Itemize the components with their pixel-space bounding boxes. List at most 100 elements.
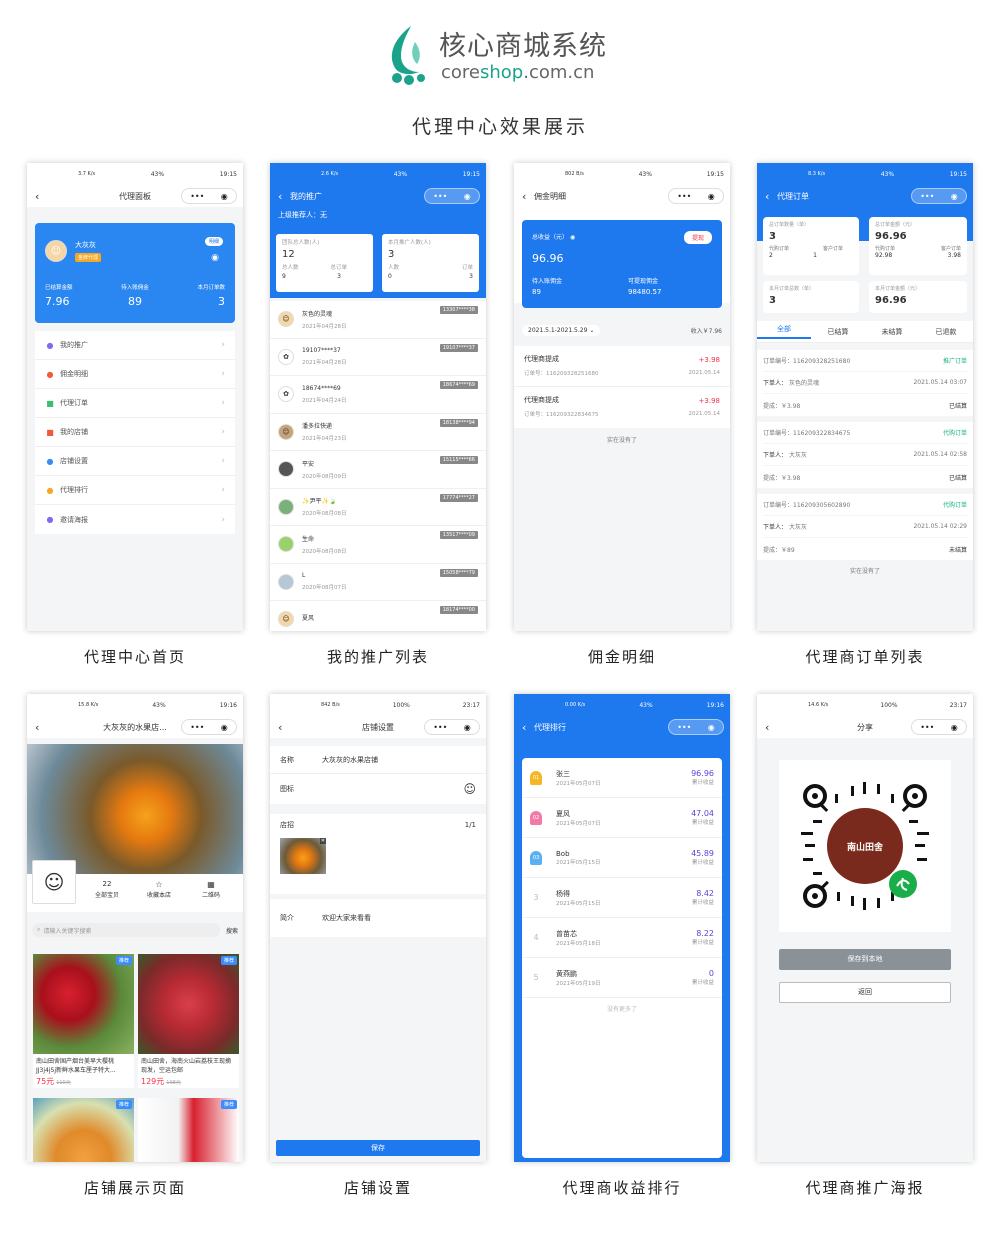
- more-icon[interactable]: •••: [190, 723, 204, 732]
- close-circle-icon[interactable]: ◉: [951, 192, 958, 201]
- capsule-menu[interactable]: ••• ◉: [181, 719, 237, 735]
- back-icon[interactable]: ‹: [35, 721, 49, 734]
- total-value: 96.96: [532, 252, 564, 265]
- list-item[interactable]: 03 Bob 2021年05月15日 45.89 累计收益: [522, 838, 722, 878]
- save-to-local-button[interactable]: 保存到本地: [779, 949, 951, 970]
- capsule-menu[interactable]: ••• ◉: [911, 719, 967, 735]
- detail-tag[interactable]: 明细: [204, 237, 223, 246]
- back-icon[interactable]: ‹: [35, 190, 49, 203]
- list-item[interactable]: 代理商提成 订单号：116209322834675 +3.98 2021.05.…: [514, 387, 730, 428]
- list-item[interactable]: ☺ 夏风 18174****00: [270, 601, 486, 631]
- list-item[interactable]: 02 夏风 2021年05月07日 47.04 累计收益: [522, 798, 722, 838]
- nav-bar: ‹ 佣金明细 ••• ◉: [514, 185, 730, 207]
- withdraw-button[interactable]: 提现: [683, 231, 712, 244]
- list-item[interactable]: 01 张三 2021年05月07日 96.96 累计收益: [522, 758, 722, 798]
- list-item[interactable]: ✿ 19107****37 2021年04月28日 19107****37: [270, 338, 486, 376]
- back-icon[interactable]: ‹: [765, 721, 779, 734]
- more-icon[interactable]: •••: [677, 723, 691, 732]
- more-icon[interactable]: •••: [920, 723, 934, 732]
- list-item[interactable]: 订单编号：116209322834675 代购订单 下单人： 大灰灰 2021.05…: [757, 422, 973, 488]
- favorite-shop[interactable]: ☆ 收藏本店: [139, 880, 179, 899]
- list-item[interactable]: 5 黄燕鹏 2021年05月19日 0 累计收益: [522, 958, 722, 998]
- eye-icon[interactable]: ◉: [570, 234, 575, 241]
- close-circle-icon[interactable]: ◉: [221, 723, 228, 732]
- menu-item-shop-settings[interactable]: ● 店铺设置 ›: [35, 447, 235, 476]
- recommend-badge: 推荐: [115, 956, 132, 965]
- list-item[interactable]: 4 曾苗芯 2021年05月18日 8.22 累计收益: [522, 918, 722, 958]
- shop-icon: ■: [46, 427, 54, 437]
- list-item[interactable]: 订单编号：116209305602890 代购订单 下单人： 大灰灰 2021.05…: [757, 494, 973, 560]
- status-bar: 0.00 K/s 43% 19:16: [565, 701, 724, 709]
- screen-share-poster: 14.6 K/s 100% 23:17 ‹ 分享 ••• ◉ 南山田舍 保存到本…: [757, 694, 973, 1162]
- goods-count[interactable]: 22 全部宝贝: [87, 880, 127, 899]
- qr-code-link[interactable]: ▦ 二维码: [191, 880, 231, 899]
- more-icon[interactable]: •••: [433, 192, 447, 201]
- product-card[interactable]: 推荐 南山田舍国产烟台美早大樱桃JJ3j4j5j新鲜水果车厘子特大... 75元…: [33, 954, 134, 1088]
- search-input[interactable]: ⌕ 请输入关键字搜索: [32, 923, 220, 937]
- back-icon[interactable]: ‹: [278, 721, 292, 734]
- capsule-menu[interactable]: ••• ◉: [911, 188, 967, 204]
- avatar: ☺: [278, 311, 294, 328]
- return-button[interactable]: 返回: [779, 982, 951, 1003]
- menu-item-shop[interactable]: ■ 我的店铺 ›: [35, 418, 235, 447]
- more-icon[interactable]: •••: [920, 192, 934, 201]
- search-button[interactable]: 搜索: [226, 926, 238, 935]
- shop-name-field[interactable]: 名称 大灰灰的水果店铺: [270, 746, 486, 774]
- close-circle-icon[interactable]: ◉: [708, 192, 715, 201]
- capsule-menu[interactable]: ••• ◉: [668, 188, 724, 204]
- list-item[interactable]: L 2020年08月07日 15058****79: [270, 563, 486, 601]
- tab-all[interactable]: 全部: [757, 324, 811, 339]
- list-item[interactable]: 3 杨得 2021年05月15日 8.42 累计收益: [522, 878, 722, 918]
- intro-section[interactable]: 简介 欢迎大家来看看: [270, 899, 486, 937]
- list-item[interactable]: ✨尹平✨🍃 2020年08月08日 17774****27: [270, 488, 486, 526]
- tab-refunded[interactable]: 已退款: [919, 327, 973, 337]
- tab-settled[interactable]: 已结算: [811, 327, 865, 337]
- date-range-picker[interactable]: 2021.5.1-2021.5.29 ⌄: [522, 324, 601, 336]
- menu-list: ● 我的推广 › ● 佣金明细 › ■ 代理订单 › ■ 我的店铺 › ● 店铺设置 › ● 代理排行…: [35, 331, 235, 534]
- shop-icon-field[interactable]: 图标 ☺: [270, 774, 486, 804]
- menu-item-promotion[interactable]: ● 我的推广 ›: [35, 331, 235, 360]
- list-item[interactable]: ✿ 18674****69 2021年04月24日 18674****69: [270, 376, 486, 414]
- chevron-right-icon: ›: [221, 427, 225, 437]
- capsule-menu[interactable]: ••• ◉: [424, 188, 480, 204]
- banner-thumbnail[interactable]: ✕: [280, 838, 326, 874]
- menu-item-ranking[interactable]: ● 代理排行 ›: [35, 476, 235, 505]
- list-item[interactable]: 代理商提成 订单号：116209328251680 +3.98 2021.05.…: [514, 346, 730, 387]
- back-icon[interactable]: ‹: [522, 190, 536, 203]
- delete-icon[interactable]: ✕: [319, 838, 326, 844]
- close-circle-icon[interactable]: ◉: [708, 723, 715, 732]
- menu-item-poster[interactable]: ● 邀请海报 ›: [35, 505, 235, 534]
- close-circle-icon[interactable]: ◉: [464, 192, 471, 201]
- list-item[interactable]: ☺ 灰色的灵魂 2021年04月28日 13307****38: [270, 301, 486, 339]
- tab-unsettled[interactable]: 未结算: [865, 327, 919, 337]
- more-icon[interactable]: •••: [677, 192, 691, 201]
- product-card[interactable]: 推荐 南山田舍，海南火山岩荔枝王现摘现发，空运包邮 129元 198元: [138, 954, 239, 1088]
- filter-row: 2021.5.1-2021.5.29 ⌄ 收入￥7.96: [522, 320, 722, 340]
- settings-icon: ●: [46, 456, 54, 466]
- brand-logo-text: 南山田舍: [846, 843, 883, 853]
- capsule-menu[interactable]: ••• ◉: [668, 719, 724, 735]
- menu-item-orders[interactable]: ■ 代理订单 ›: [35, 389, 235, 418]
- list-item[interactable]: 平安 2020年08月09日 15115****66: [270, 451, 486, 489]
- capsule-menu[interactable]: ••• ◉: [181, 188, 237, 204]
- close-circle-icon[interactable]: ◉: [464, 723, 471, 732]
- back-icon[interactable]: ‹: [278, 190, 292, 203]
- menu-item-commission[interactable]: ● 佣金明细 ›: [35, 360, 235, 389]
- capsule-menu[interactable]: ••• ◉: [424, 719, 480, 735]
- more-icon[interactable]: •••: [190, 192, 204, 201]
- chevron-right-icon: ›: [221, 456, 225, 466]
- more-icon[interactable]: •••: [433, 723, 447, 732]
- product-card[interactable]: 推荐: [138, 1098, 239, 1162]
- product-card[interactable]: 推荐: [33, 1098, 134, 1162]
- save-button[interactable]: 保存: [276, 1140, 480, 1156]
- back-icon[interactable]: ‹: [765, 190, 779, 203]
- list-item[interactable]: 生命 2020年08月08日 13517****09: [270, 526, 486, 564]
- settings-form: 名称 大灰灰的水果店铺 图标 ☺: [270, 746, 486, 804]
- close-circle-icon[interactable]: ◉: [221, 192, 228, 201]
- close-circle-icon[interactable]: ◉: [951, 723, 958, 732]
- list-item[interactable]: ☺ 潘多拉快递 2021年04月23日 18138****94: [270, 413, 486, 451]
- bronze-medal-icon: 03: [530, 850, 542, 865]
- eye-icon[interactable]: ◉: [211, 253, 219, 263]
- list-item[interactable]: 订单编号：116209328251680 推广订单 下单人： 灰色的灵魂 2021.…: [757, 350, 973, 416]
- back-icon[interactable]: ‹: [522, 721, 536, 734]
